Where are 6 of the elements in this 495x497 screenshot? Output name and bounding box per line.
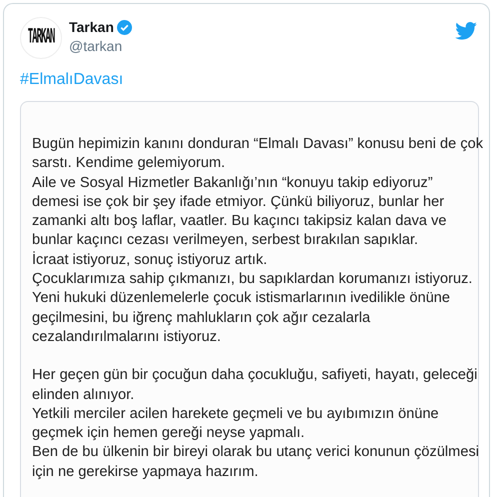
document-paragraph: Bugün hepimizin kanını donduran “Elmalı Davası” konusu beni de çok sarstı. Kendime gelemiyorum. Aile ve Sosyal Hizmetler Bakanlığı’nın “konuyu takip ediyoruz” demesi ise çok bir şey ifade etmiyor. Çünkü biliyoruz, bunlar her zamanki altı boş laflar, vaatler. Bu kaçıncı takipsiz kalan dava ve bunlar kaçıncı cezası verilmeyen, serbest bırakılan sapıklar. İcraat istiyoruz, sonuç istiyoruz artık. Çocuklarımıza sahip çıkmanızı, bu sapıklardan korumanızı istiyoruz. Yeni hukuki düzenlemelerle çocuk istismarlarının ivedilikle önüne geçilmesini, bu iğrenç mahlukların çok ağır cezalarla cezalandırılmalarını istiyoruz. <box>32 135 484 347</box>
avatar-logo[interactable]: TARKAN <box>20 17 62 59</box>
document-paragraph: Her geçen gün bir çocuğun daha çocukluğu, safiyeti, hayatı, geleceği elinden alınıyor. Yetkili merciler acilen harekete geçmeli ve bu ayıbımızın önüne geçmek için hemen gereği neyse yapmalı. Ben de bu ülkenin bir bireyi olarak bu utanç verici konunun çözülmesi için ne gerekirse yapmaya hazırım. <box>32 366 479 482</box>
author-handle[interactable]: @tarkan <box>69 38 132 54</box>
author-name[interactable]: Tarkan <box>69 19 114 35</box>
bird-icon[interactable] <box>455 22 477 40</box>
